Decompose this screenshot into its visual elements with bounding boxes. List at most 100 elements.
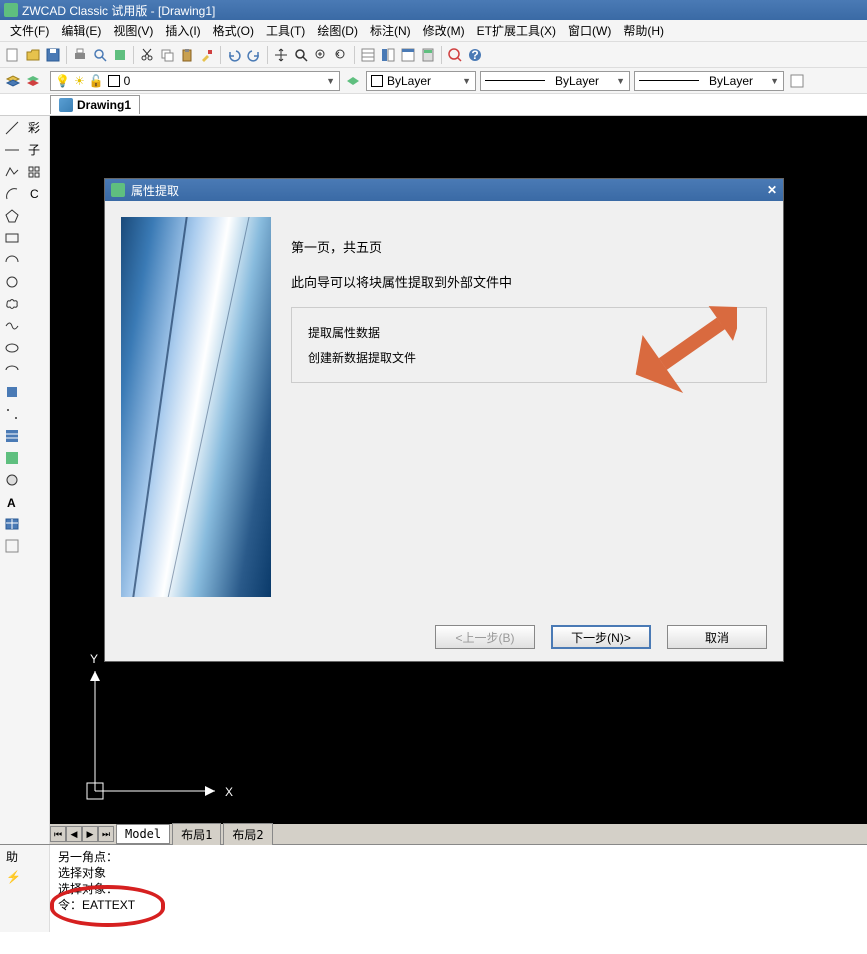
help-icon[interactable]: ? [466,46,484,64]
dialog-description: 此向导可以将块属性提取到外部文件中 [291,272,767,291]
option-create-new[interactable]: 创建新数据提取文件 [308,345,750,370]
xline-tool-icon[interactable] [2,140,22,160]
cmd-line-5: 令：EATTEXT [58,897,859,913]
dialog-title-bar[interactable]: 属性提取 ✕ [105,179,783,201]
option-extract[interactable]: 提取属性数据 [308,320,750,345]
revcloud-tool-icon[interactable] [2,294,22,314]
ellipse-tool-icon[interactable] [2,338,22,358]
svg-text:助: 助 [6,850,18,864]
zoom-window-icon[interactable] [312,46,330,64]
tab-layout1[interactable]: 布局1 [172,823,221,846]
arc-tool-icon[interactable] [2,184,22,204]
tab-first-button[interactable]: ⏮ [50,826,66,842]
dialog-body: 第一页，共五页 此向导可以将块属性提取到外部文件中 提取属性数据 创建新数据提取… [105,201,783,613]
block-tool-icon[interactable] [2,382,22,402]
tool-palette-icon[interactable] [399,46,417,64]
zoom-realtime-icon[interactable] [292,46,310,64]
layer-prev-icon[interactable] [344,72,362,90]
paste-icon[interactable] [178,46,196,64]
cmd-tool-icon[interactable]: 助 [2,847,22,867]
c-tool-icon[interactable]: C [24,184,44,204]
properties-icon[interactable] [359,46,377,64]
cut-icon[interactable] [138,46,156,64]
dialog-title-text: 属性提取 [131,182,179,199]
polygon-tool-icon[interactable] [2,206,22,226]
layer-states-icon[interactable] [24,72,42,90]
tab-prev-button[interactable]: ◀ [66,826,82,842]
menu-dimension[interactable]: 标注(N) [364,20,417,41]
command-area: 助 ⚡ 另一角点： 选择对象 选择对象： 令：EATTEXT [0,844,867,932]
command-text[interactable]: 另一角点： 选择对象 选择对象： 令：EATTEXT [50,845,867,932]
point-tool-icon[interactable] [2,404,22,424]
cancel-button[interactable]: 取消 [667,625,767,649]
menu-edit[interactable]: 编辑(E) [55,20,107,41]
zoom-icon[interactable] [446,46,464,64]
menu-insert[interactable]: 插入(I) [159,20,206,41]
publish-icon[interactable] [111,46,129,64]
tab-next-button[interactable]: ▶ [82,826,98,842]
ucs-x-label: X [225,785,233,799]
lineweight-dropdown[interactable]: ByLayer ▼ [634,71,784,91]
hatch-tool-icon[interactable] [2,426,22,446]
new-icon[interactable] [4,46,22,64]
menu-draw[interactable]: 绘图(D) [311,20,364,41]
undo-icon[interactable] [225,46,243,64]
char-tool-icon[interactable]: 子 [24,140,44,160]
match-prop-icon[interactable] [198,46,216,64]
menu-ettools[interactable]: ET扩展工具(X) [471,20,562,41]
table-tool-icon[interactable] [2,514,22,534]
spline-tool-icon[interactable] [2,316,22,336]
dropdown-arrow-icon: ▼ [770,76,779,86]
menu-file[interactable]: 文件(F) [4,20,55,41]
preview-icon[interactable] [91,46,109,64]
menu-help[interactable]: 帮助(H) [617,20,670,41]
color-dropdown[interactable]: ByLayer ▼ [366,71,476,91]
dialog-buttons: <上一步(B) 下一步(N)> 取消 [105,613,783,661]
dialog-content: 第一页，共五页 此向导可以将块属性提取到外部文件中 提取属性数据 创建新数据提取… [291,217,767,597]
close-icon[interactable]: ✕ [767,183,777,197]
grid-tool-icon[interactable] [24,162,44,182]
dialog-icon [111,183,125,197]
plot-style-icon[interactable] [788,72,806,90]
menu-window[interactable]: 窗口(W) [562,20,617,41]
script-tool-icon[interactable]: 彩 [24,118,44,138]
menu-view[interactable]: 视图(V) [107,20,159,41]
copy-icon[interactable] [158,46,176,64]
document-tab[interactable]: Drawing1 [50,95,140,114]
calc-icon[interactable] [419,46,437,64]
menu-tools[interactable]: 工具(T) [260,20,311,41]
tab-layout2[interactable]: 布局2 [223,823,272,846]
save-icon[interactable] [44,46,62,64]
redo-icon[interactable] [245,46,263,64]
arc2-tool-icon[interactable] [2,250,22,270]
gradient-tool-icon[interactable] [2,448,22,468]
layer-name: 0 [124,74,131,88]
cmd-line-4: 选择对象： [58,881,859,897]
rect-tool-icon[interactable] [2,228,22,248]
text-tool-icon[interactable]: A [2,492,22,512]
design-center-icon[interactable] [379,46,397,64]
print-icon[interactable] [71,46,89,64]
cmd-tool2-icon[interactable]: ⚡ [2,867,22,887]
option-box: 提取属性数据 创建新数据提取文件 [291,307,767,383]
more-tool-icon[interactable] [2,536,22,556]
ucs-indicator: X Y [75,651,235,814]
ellipse-arc-tool-icon[interactable] [2,360,22,380]
region-tool-icon[interactable] [2,470,22,490]
pan-icon[interactable] [272,46,290,64]
tab-last-button[interactable]: ⏭ [98,826,114,842]
circle-tool-icon[interactable] [2,272,22,292]
layer-dropdown[interactable]: 💡 ☀ 🔓 0 ▼ [50,71,340,91]
linetype-dropdown[interactable]: ByLayer ▼ [480,71,630,91]
dialog-image [121,217,271,597]
menu-format[interactable]: 格式(O) [207,20,260,41]
menu-bar: 文件(F) 编辑(E) 视图(V) 插入(I) 格式(O) 工具(T) 绘图(D… [0,20,867,42]
zoom-prev-icon[interactable] [332,46,350,64]
pline-tool-icon[interactable] [2,162,22,182]
open-icon[interactable] [24,46,42,64]
line-tool-icon[interactable] [2,118,22,138]
tab-model[interactable]: Model [116,824,170,844]
next-button[interactable]: 下一步(N)> [551,625,651,649]
layer-manager-icon[interactable] [4,72,22,90]
menu-modify[interactable]: 修改(M) [417,20,471,41]
